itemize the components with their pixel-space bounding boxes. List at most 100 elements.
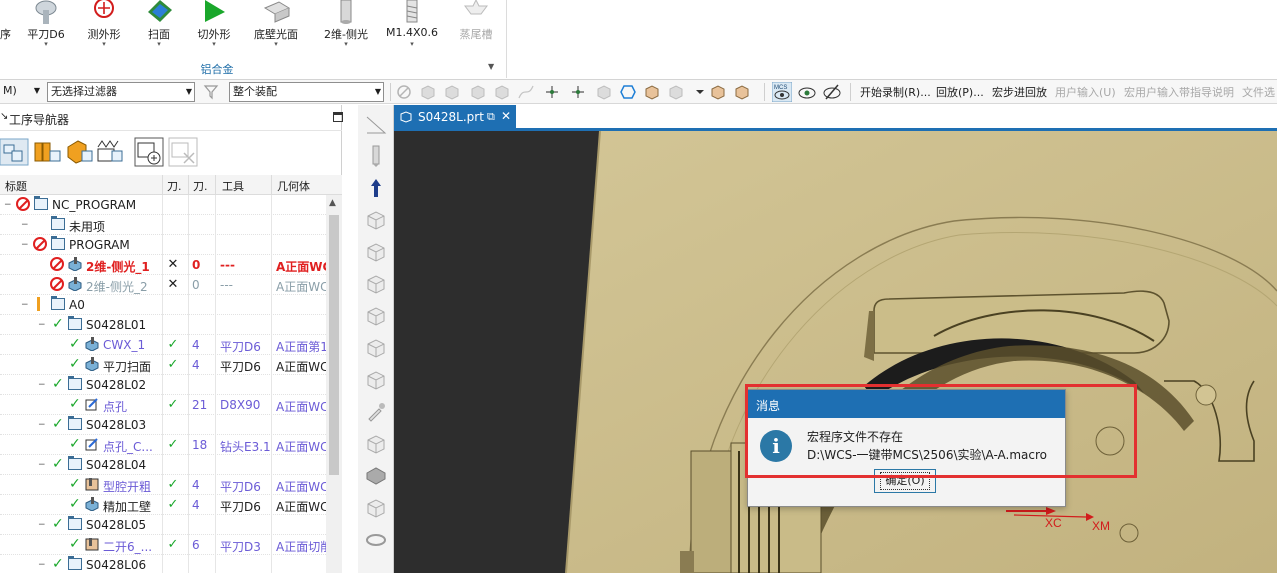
collapse-icon[interactable]: − bbox=[38, 421, 46, 430]
tree-row[interactable]: − ✓ S0428L03 bbox=[0, 415, 326, 435]
column-header-title[interactable]: 标题 bbox=[5, 178, 27, 194]
collapse-icon[interactable]: − bbox=[38, 381, 46, 390]
delete-operation-icon[interactable] bbox=[168, 137, 198, 167]
navigator-scrollbar[interactable]: ▲ bbox=[326, 195, 342, 573]
collapse-icon[interactable]: − bbox=[38, 321, 46, 330]
navigator-pin-icon[interactable]: ↘ bbox=[0, 111, 8, 122]
hide-eye-icon[interactable] bbox=[822, 82, 842, 102]
cube-point-icon[interactable] bbox=[644, 84, 660, 100]
solid-body-icon[interactable] bbox=[420, 84, 436, 100]
ribbon-tool-6[interactable]: 2维-侧光 ▾ bbox=[316, 0, 376, 48]
hexagon-icon[interactable] bbox=[620, 84, 636, 100]
chevron-down-icon[interactable]: ▾ bbox=[246, 40, 306, 48]
program-order-view-icon[interactable] bbox=[0, 137, 30, 167]
macro-command-2[interactable]: 回放(P)... bbox=[936, 84, 984, 100]
maximize-icon[interactable] bbox=[333, 112, 343, 122]
collapse-icon[interactable]: − bbox=[38, 461, 46, 470]
machining-method-view-icon[interactable] bbox=[96, 137, 126, 167]
wedge-icon[interactable] bbox=[365, 241, 387, 263]
tree-row[interactable]: − ✓ S0428L01 bbox=[0, 315, 326, 335]
ok-button[interactable]: 确定(O) bbox=[874, 469, 936, 493]
tree-row[interactable]: ✓ 点孔_C... ✓ 18 钻头E3.1 A正面WC bbox=[0, 435, 326, 455]
tree-row[interactable]: ✓ 型腔开粗 ✓ 4 平刀D6 A正面WC bbox=[0, 475, 326, 495]
collapse-icon[interactable]: − bbox=[4, 201, 12, 210]
layer-icon[interactable] bbox=[365, 433, 387, 455]
tree-row[interactable]: − NC_PROGRAM bbox=[0, 195, 326, 215]
pipette-icon[interactable] bbox=[365, 401, 387, 423]
ribbon-tool-1[interactable]: 平刀D6 ▾ bbox=[16, 0, 76, 48]
tree-row[interactable]: 2维-侧光_2 ✕ 0 --- A正面WC bbox=[0, 275, 326, 295]
section-icon[interactable] bbox=[365, 305, 387, 327]
wireframe-cube-icon[interactable] bbox=[365, 209, 387, 231]
chevron-down-icon[interactable]: ▾ bbox=[184, 40, 244, 48]
macro-command-1[interactable]: 开始录制(R)... bbox=[860, 84, 931, 100]
collapse-icon[interactable]: − bbox=[21, 241, 29, 250]
tree-row[interactable]: − A0 bbox=[0, 295, 326, 315]
machine-tool-view-icon[interactable] bbox=[32, 137, 62, 167]
face-icon[interactable] bbox=[470, 84, 486, 100]
geometry-view-icon[interactable] bbox=[64, 137, 94, 167]
chevron-down-icon[interactable]: ▾ bbox=[382, 40, 442, 48]
point-icon[interactable] bbox=[544, 84, 560, 100]
assembly-scope-select[interactable]: 整个装配 ▼ bbox=[229, 82, 384, 102]
tree-row[interactable]: − ✓ S0428L06 bbox=[0, 555, 326, 573]
tree-row[interactable]: ✓ 平刀扫面 ✓ 4 平刀D6 A正面WC bbox=[0, 355, 326, 375]
tab-pin-icon[interactable]: ⧉ bbox=[487, 110, 495, 124]
column-header-path-status[interactable]: 刀. bbox=[167, 178, 182, 194]
collapse-icon[interactable]: − bbox=[38, 561, 46, 570]
create-operation-icon[interactable] bbox=[134, 137, 164, 167]
wireframe-box-icon[interactable] bbox=[365, 337, 387, 359]
vertex-icon[interactable] bbox=[596, 84, 612, 100]
tree-row[interactable]: − ✓ S0428L02 bbox=[0, 375, 326, 395]
snap-icon[interactable] bbox=[570, 84, 586, 100]
collapse-icon[interactable]: − bbox=[21, 221, 29, 230]
box-icon[interactable] bbox=[710, 84, 726, 100]
chevron-down-icon[interactable]: ▾ bbox=[129, 40, 189, 48]
tree-row[interactable]: ✓ 点孔 ✓ 21 D8X90 A正面WC bbox=[0, 395, 326, 415]
curve-icon[interactable] bbox=[518, 84, 534, 100]
measure-part-icon[interactable] bbox=[365, 369, 387, 391]
column-header-geometry[interactable]: 几何体 bbox=[277, 178, 310, 194]
tree-row[interactable]: 2维-侧光_1 ✕ 0 --- A正面WC bbox=[0, 255, 326, 275]
tree-row[interactable]: − ✓ S0428L05 bbox=[0, 515, 326, 535]
point-select-icon[interactable] bbox=[668, 84, 684, 100]
menu-combo[interactable]: M) ▼ bbox=[0, 82, 42, 102]
ribbon-group-expand-icon[interactable]: ▼ bbox=[488, 62, 494, 71]
solid-block-icon[interactable] bbox=[365, 465, 387, 487]
close-icon[interactable]: ✕ bbox=[501, 109, 511, 123]
collapse-icon[interactable]: − bbox=[38, 521, 46, 530]
angle-measure-icon[interactable] bbox=[365, 113, 387, 135]
chevron-down-icon[interactable]: ▾ bbox=[74, 40, 134, 48]
hidden-box-icon[interactable] bbox=[365, 497, 387, 519]
chevron-down-icon[interactable]: ▾ bbox=[316, 40, 376, 48]
tree-row[interactable]: ✓ 精加工壁 ✓ 4 平刀D6 A正面WC bbox=[0, 495, 326, 515]
column-header-tool[interactable]: 工具 bbox=[222, 178, 244, 194]
view-eye-icon[interactable] bbox=[797, 82, 817, 102]
document-tab[interactable]: S0428L.prt ⧉ ✕ bbox=[394, 105, 516, 131]
scrollbar-thumb[interactable] bbox=[329, 215, 339, 475]
up-arrow-icon[interactable] bbox=[365, 177, 387, 199]
assembly-box-icon[interactable] bbox=[734, 84, 750, 100]
tree-row[interactable]: − ✓ S0428L04 bbox=[0, 455, 326, 475]
tree-row[interactable]: − 未用项 bbox=[0, 215, 326, 235]
ribbon-tool-7[interactable]: M1.4X0.6 ▾ bbox=[382, 0, 442, 48]
tree-row[interactable]: ✓ 二开6_... ✓ 6 平刀D3 A正面切削 bbox=[0, 535, 326, 555]
ring-icon[interactable] bbox=[365, 529, 387, 551]
column-header-tool-number[interactable]: 刀. bbox=[193, 178, 208, 194]
ribbon-tool-8[interactable]: 蒸尾槽 bbox=[446, 0, 506, 46]
chevron-down-icon[interactable] bbox=[692, 84, 708, 100]
body-icon[interactable] bbox=[494, 84, 510, 100]
box-cut-icon[interactable] bbox=[365, 273, 387, 295]
dialog-title-bar[interactable]: 消息 bbox=[748, 390, 1065, 418]
sheet-icon[interactable] bbox=[444, 84, 460, 100]
ribbon-tool-5[interactable]: 底壁光面 ▾ bbox=[246, 0, 306, 48]
chevron-down-icon[interactable]: ▾ bbox=[16, 40, 76, 48]
filter-icon[interactable] bbox=[203, 84, 219, 100]
ribbon-tool-4[interactable]: 切外形 ▾ bbox=[184, 0, 244, 48]
collapse-icon[interactable]: − bbox=[21, 301, 29, 310]
ribbon-tool-3[interactable]: 扫面 ▾ bbox=[129, 0, 189, 48]
scroll-up-icon[interactable]: ▲ bbox=[329, 198, 336, 208]
mcs-eye-icon[interactable]: MCS bbox=[772, 82, 792, 102]
drill-bit-icon[interactable] bbox=[365, 145, 387, 167]
tree-row[interactable]: ✓ CWX_1 ✓ 4 平刀D6 A正面第1 bbox=[0, 335, 326, 355]
